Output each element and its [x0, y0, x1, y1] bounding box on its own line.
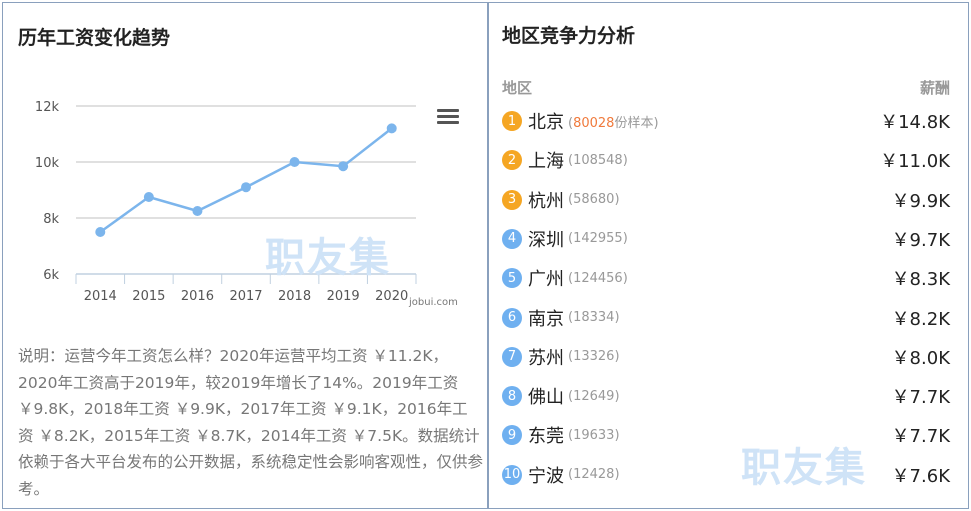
- rank-badge: 8: [502, 386, 522, 407]
- rank-badge: 5: [502, 268, 522, 289]
- data-point: [95, 227, 106, 237]
- city-name[interactable]: 北京: [528, 108, 564, 134]
- sample-count-wrap: (13326): [568, 349, 620, 365]
- column-header-salary: 薪酬: [919, 79, 950, 97]
- city-name[interactable]: 东莞: [528, 422, 564, 448]
- sample-count-wrap: (142955): [568, 231, 628, 247]
- region-panel: 地区竞争力分析 地区 薪酬 1 北京 (80028份样本) ￥14.8K 2 上海…: [488, 2, 969, 509]
- rank-badge: 7: [502, 346, 522, 367]
- city-name[interactable]: 南京: [528, 305, 564, 331]
- salary-value: ￥8.3K: [891, 269, 950, 291]
- watermark: 职友集: [265, 235, 391, 281]
- rank-badge: 9: [502, 425, 522, 446]
- salary-value: ￥7.7K: [891, 387, 950, 409]
- region-row[interactable]: 2 上海 (108548) ￥11.0K: [502, 145, 950, 175]
- sample-count-wrap: (80028份样本): [568, 115, 659, 131]
- salary-line-chart: 6k 8k 10k 12k 2014 2015 2016 2017 2018 2019 2020 jo…: [35, 100, 458, 308]
- sample-count-wrap: (58680): [568, 192, 620, 208]
- rank-badge: 4: [502, 228, 522, 249]
- salary-trend-panel: 历年工资变化趋势 6k 8k 10k 12k 2014 2015 2016 2017 2018 2…: [2, 2, 488, 509]
- x-tick-label: 2017: [229, 289, 262, 304]
- city-name[interactable]: 宁波: [528, 462, 564, 488]
- x-tick-label: 2014: [84, 289, 117, 304]
- data-point: [241, 182, 251, 193]
- x-tick-label: 2015: [132, 289, 165, 304]
- sample-count-wrap: (12428): [568, 467, 620, 483]
- sample-count: 80028: [573, 115, 615, 131]
- region-row[interactable]: 10 宁波 (12428) ￥7.6K: [502, 460, 950, 490]
- region-row[interactable]: 7 苏州 (13326) ￥8.0K: [502, 342, 950, 372]
- rank-badge: 10: [502, 464, 522, 485]
- sample-count: 58680: [573, 192, 615, 208]
- sample-count: 12428: [573, 467, 615, 483]
- x-tick-label: 2019: [327, 289, 360, 304]
- sample-count: 19633: [573, 427, 615, 443]
- data-point: [289, 157, 300, 167]
- region-row[interactable]: 9 东莞 (19633) ￥7.7K: [502, 420, 950, 450]
- region-row[interactable]: 3 杭州 (58680) ￥9.9K: [502, 185, 950, 215]
- salary-value: ￥7.6K: [891, 465, 950, 487]
- data-point: [143, 192, 154, 202]
- salary-value: ￥8.2K: [891, 308, 950, 330]
- sample-count: 142955: [573, 231, 623, 247]
- city-name[interactable]: 广州: [528, 265, 564, 291]
- rank-badge: 6: [502, 307, 522, 328]
- column-header-region: 地区: [502, 79, 533, 97]
- sample-count-wrap: (12649): [568, 388, 620, 404]
- region-row[interactable]: 4 深圳 (142955) ￥9.7K: [502, 224, 950, 254]
- city-name[interactable]: 上海: [528, 147, 564, 173]
- data-point: [192, 206, 203, 216]
- rank-badge: 1: [502, 111, 522, 131]
- sample-count-wrap: (19633): [568, 427, 620, 443]
- salary-value: ￥8.0K: [891, 347, 950, 369]
- city-name[interactable]: 深圳: [528, 226, 564, 252]
- x-tick-label: 2020: [375, 289, 408, 304]
- region-row[interactable]: 5 广州 (124456) ￥8.3K: [502, 263, 950, 293]
- region-row[interactable]: 1 北京 (80028份样本) ￥14.8K: [502, 106, 950, 136]
- salary-value: ￥7.7K: [891, 426, 950, 448]
- description-text: 说明：运营今年工资怎么样？2020年运营平均工资 ￥11.2K，2020年工资高…: [18, 347, 484, 498]
- sample-count-wrap: (108548): [568, 152, 628, 168]
- data-point: [386, 123, 397, 134]
- y-tick-label: 10k: [35, 156, 60, 171]
- rank-badge: 3: [502, 189, 522, 210]
- y-tick-label: 6k: [43, 268, 59, 283]
- salary-value: ￥11.0K: [880, 151, 950, 173]
- sample-suffix: 份样本: [614, 115, 654, 131]
- sample-count: 124456: [573, 270, 623, 286]
- rank-badge: 2: [502, 150, 522, 171]
- sample-count: 18334: [573, 310, 615, 325]
- x-tick-label: 2016: [181, 289, 214, 304]
- hamburger-icon[interactable]: [437, 109, 459, 127]
- region-row[interactable]: 6 南京 (18334) ￥8.2K: [502, 303, 950, 333]
- sample-count: 13326: [573, 349, 615, 365]
- city-name[interactable]: 杭州: [528, 187, 564, 213]
- salary-value: ￥9.7K: [891, 229, 950, 251]
- y-tick-label: 8k: [43, 212, 59, 227]
- x-tick-label: 2018: [278, 289, 311, 304]
- sample-count: 12649: [573, 388, 615, 404]
- salary-value: ￥9.9K: [891, 190, 950, 212]
- data-point: [338, 161, 349, 172]
- salary-value: ￥14.8K: [880, 112, 950, 133]
- credit-text: jobui.com: [408, 297, 458, 308]
- y-tick-label: 12k: [35, 100, 60, 115]
- sample-count: 108548: [573, 152, 623, 168]
- sample-count-wrap: (124456): [568, 270, 628, 286]
- series-line: [99, 127, 393, 234]
- region-row[interactable]: 8 佛山 (12649) ￥7.7K: [502, 381, 950, 411]
- panel-title: 地区竞争力分析: [502, 25, 636, 47]
- city-name[interactable]: 佛山: [528, 383, 564, 409]
- city-name[interactable]: 苏州: [528, 344, 564, 370]
- watermark: 职友集: [741, 445, 867, 491]
- sample-count-wrap: (18334): [568, 310, 620, 325]
- panel-title: 历年工资变化趋势: [18, 27, 171, 49]
